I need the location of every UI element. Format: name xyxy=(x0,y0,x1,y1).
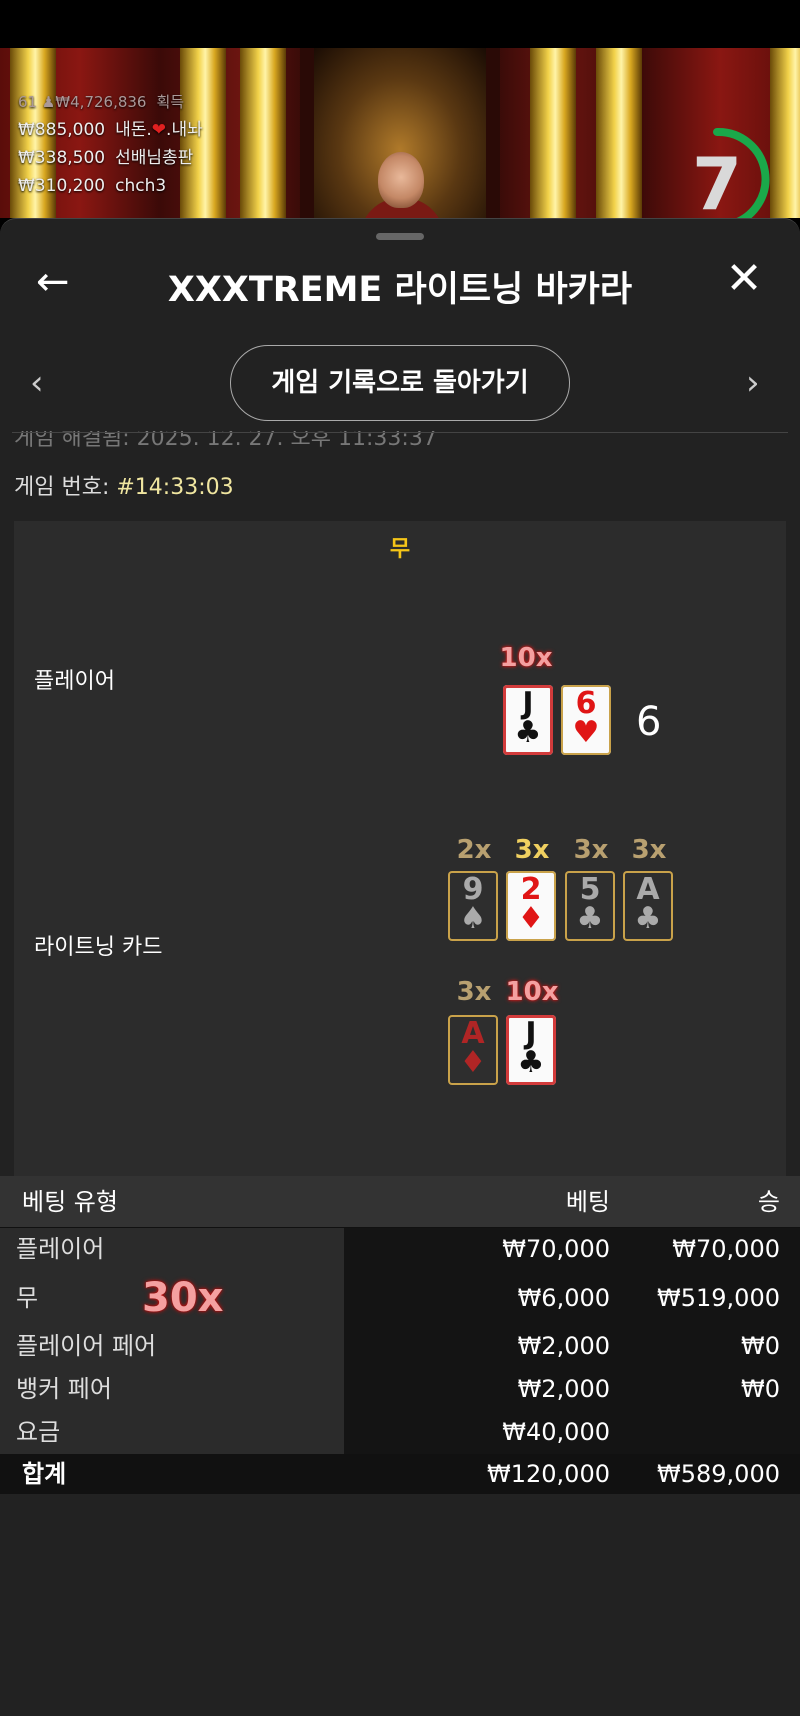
win-amount: ₩0 xyxy=(614,1325,800,1368)
game-number: 게임 번호: #14:33:03 xyxy=(14,475,234,500)
bet-type: 플레이어 xyxy=(0,1228,344,1271)
winner-name: chch3 xyxy=(115,176,167,196)
outcome-label: 무 xyxy=(389,537,411,562)
table-row: 플레이어 페어 ₩2,000 ₩0 xyxy=(0,1325,800,1368)
multiplier-badge: 30x xyxy=(142,1275,224,1321)
bet-type: 요금 xyxy=(0,1411,344,1454)
game-number-value: #14:33:03 xyxy=(116,475,234,500)
winner-name: 획득 xyxy=(156,93,185,111)
total-bet: ₩120,000 xyxy=(344,1454,614,1494)
bet-type: 플레이어 페어 xyxy=(0,1325,344,1368)
table-row: 플레이어 ₩70,000 ₩70,000 xyxy=(0,1228,800,1271)
win-amount xyxy=(614,1411,800,1454)
lightning-multiplier: 3x xyxy=(456,977,492,1007)
next-game-button[interactable]: › xyxy=(746,363,760,403)
arrow-left-icon: ← xyxy=(36,259,70,305)
winner-amount: ₩338,500 xyxy=(18,148,106,168)
pillar xyxy=(530,48,576,218)
lightning-card: 9 ♠ xyxy=(448,871,498,941)
total-label: 합계 xyxy=(0,1454,344,1494)
close-button[interactable]: ✕ xyxy=(724,257,764,301)
bet-amount: ₩2,000 xyxy=(344,1368,614,1411)
column-header-bet: 베팅 xyxy=(565,1188,610,1216)
lightning-multiplier: 3x xyxy=(573,835,609,865)
back-button[interactable]: ← xyxy=(36,262,76,303)
table-header: 베팅 유형 베팅 승 xyxy=(0,1176,800,1228)
pillar xyxy=(596,48,642,218)
player-card-multiplier: 10x xyxy=(499,643,553,673)
game-resolved-time: 게임 해결됨: 2025. 12. 27. 오후 11:33:37 xyxy=(14,431,437,451)
player-card: J ♣ xyxy=(503,685,553,755)
bet-amount: ₩6,000 xyxy=(344,1271,614,1325)
column-header-type: 베팅 유형 xyxy=(22,1188,118,1216)
lightning-card: 2 ♦ xyxy=(506,871,556,941)
lightning-multiplier: 2x xyxy=(456,835,492,865)
winner-name: 선배님총판 xyxy=(115,148,194,168)
player-score: 6 xyxy=(636,699,662,745)
pillar xyxy=(240,48,286,218)
bet-type: 무 30x xyxy=(0,1271,344,1325)
table-row: 무 30x ₩6,000 ₩519,000 xyxy=(0,1271,800,1325)
winner-name: 내돈.❤.내놔 xyxy=(115,120,203,140)
lightning-card: J ♣ xyxy=(506,1015,556,1085)
winner-row: ₩338,500 선배님총판 xyxy=(18,144,203,172)
pillar xyxy=(770,48,800,218)
winners-summary: 61 ♟₩4,726,836 획득 xyxy=(18,88,203,116)
lightning-cards-label: 라이트닝 카드 xyxy=(34,935,163,960)
winner-row: ₩885,000 내돈.❤.내놔 xyxy=(18,116,203,144)
bet-amount: ₩2,000 xyxy=(344,1325,614,1368)
win-amount: ₩519,000 xyxy=(614,1271,800,1325)
player-label: 플레이어 xyxy=(34,669,115,694)
sheet-header: ← XXXTREME 라이트닝 바카라 ✕ xyxy=(0,255,800,311)
win-amount: ₩70,000 xyxy=(614,1228,800,1271)
close-icon: ✕ xyxy=(725,253,763,304)
live-video[interactable]: 61 ♟₩4,726,836 획득 ₩885,000 내돈.❤.내놔 ₩338,… xyxy=(0,48,800,218)
winner-amount: ₩310,200 xyxy=(18,176,106,196)
winners-list: 61 ♟₩4,726,836 획득 ₩885,000 내돈.❤.내놔 ₩338,… xyxy=(18,88,203,200)
chevron-left-icon: ‹ xyxy=(30,363,44,403)
column-header-win: 승 xyxy=(757,1188,780,1216)
winner-amount: ₩885,000 xyxy=(18,120,106,140)
heart-icon: ❤ xyxy=(151,120,167,140)
lightning-multiplier: 3x xyxy=(514,835,550,865)
lightning-multiplier: 3x xyxy=(631,835,667,865)
status-bar xyxy=(0,0,800,48)
divider xyxy=(12,432,788,433)
bet-amount: ₩40,000 xyxy=(344,1411,614,1454)
table-total-row: 합계 ₩120,000 ₩589,000 xyxy=(0,1454,800,1494)
countdown-timer: 7 xyxy=(691,142,743,218)
winner-row: ₩310,200 chch3 xyxy=(18,172,203,200)
lightning-card: 5 ♣ xyxy=(565,871,615,941)
page-title: XXXTREME 라이트닝 바카라 xyxy=(167,270,633,310)
bet-amount: ₩70,000 xyxy=(344,1228,614,1271)
table-row: 요금 ₩40,000 xyxy=(0,1411,800,1454)
bet-table: 베팅 유형 베팅 승 플레이어 ₩70,000 ₩70,000 무 30x ₩6,… xyxy=(0,1176,800,1494)
winner-amount: 61 ♟₩4,726,836 xyxy=(18,93,147,111)
history-nav: ‹ 게임 기록으로 돌아가기 › xyxy=(0,345,800,423)
dealer-head xyxy=(378,152,424,208)
back-to-history-button[interactable]: 게임 기록으로 돌아가기 xyxy=(230,345,570,421)
total-win: ₩589,000 xyxy=(614,1454,800,1494)
win-amount: ₩0 xyxy=(614,1368,800,1411)
chevron-right-icon: › xyxy=(746,363,760,403)
player-card: 6 ♥ xyxy=(561,685,611,755)
bet-type: 뱅커 페어 xyxy=(0,1368,344,1411)
sheet-grabber[interactable] xyxy=(376,233,424,240)
table-row: 뱅커 페어 ₩2,000 ₩0 xyxy=(0,1368,800,1411)
prev-game-button[interactable]: ‹ xyxy=(30,363,44,403)
lightning-card: A ♦ xyxy=(448,1015,498,1085)
lightning-card: A ♣ xyxy=(623,871,673,941)
lightning-multiplier: 10x xyxy=(505,977,559,1007)
